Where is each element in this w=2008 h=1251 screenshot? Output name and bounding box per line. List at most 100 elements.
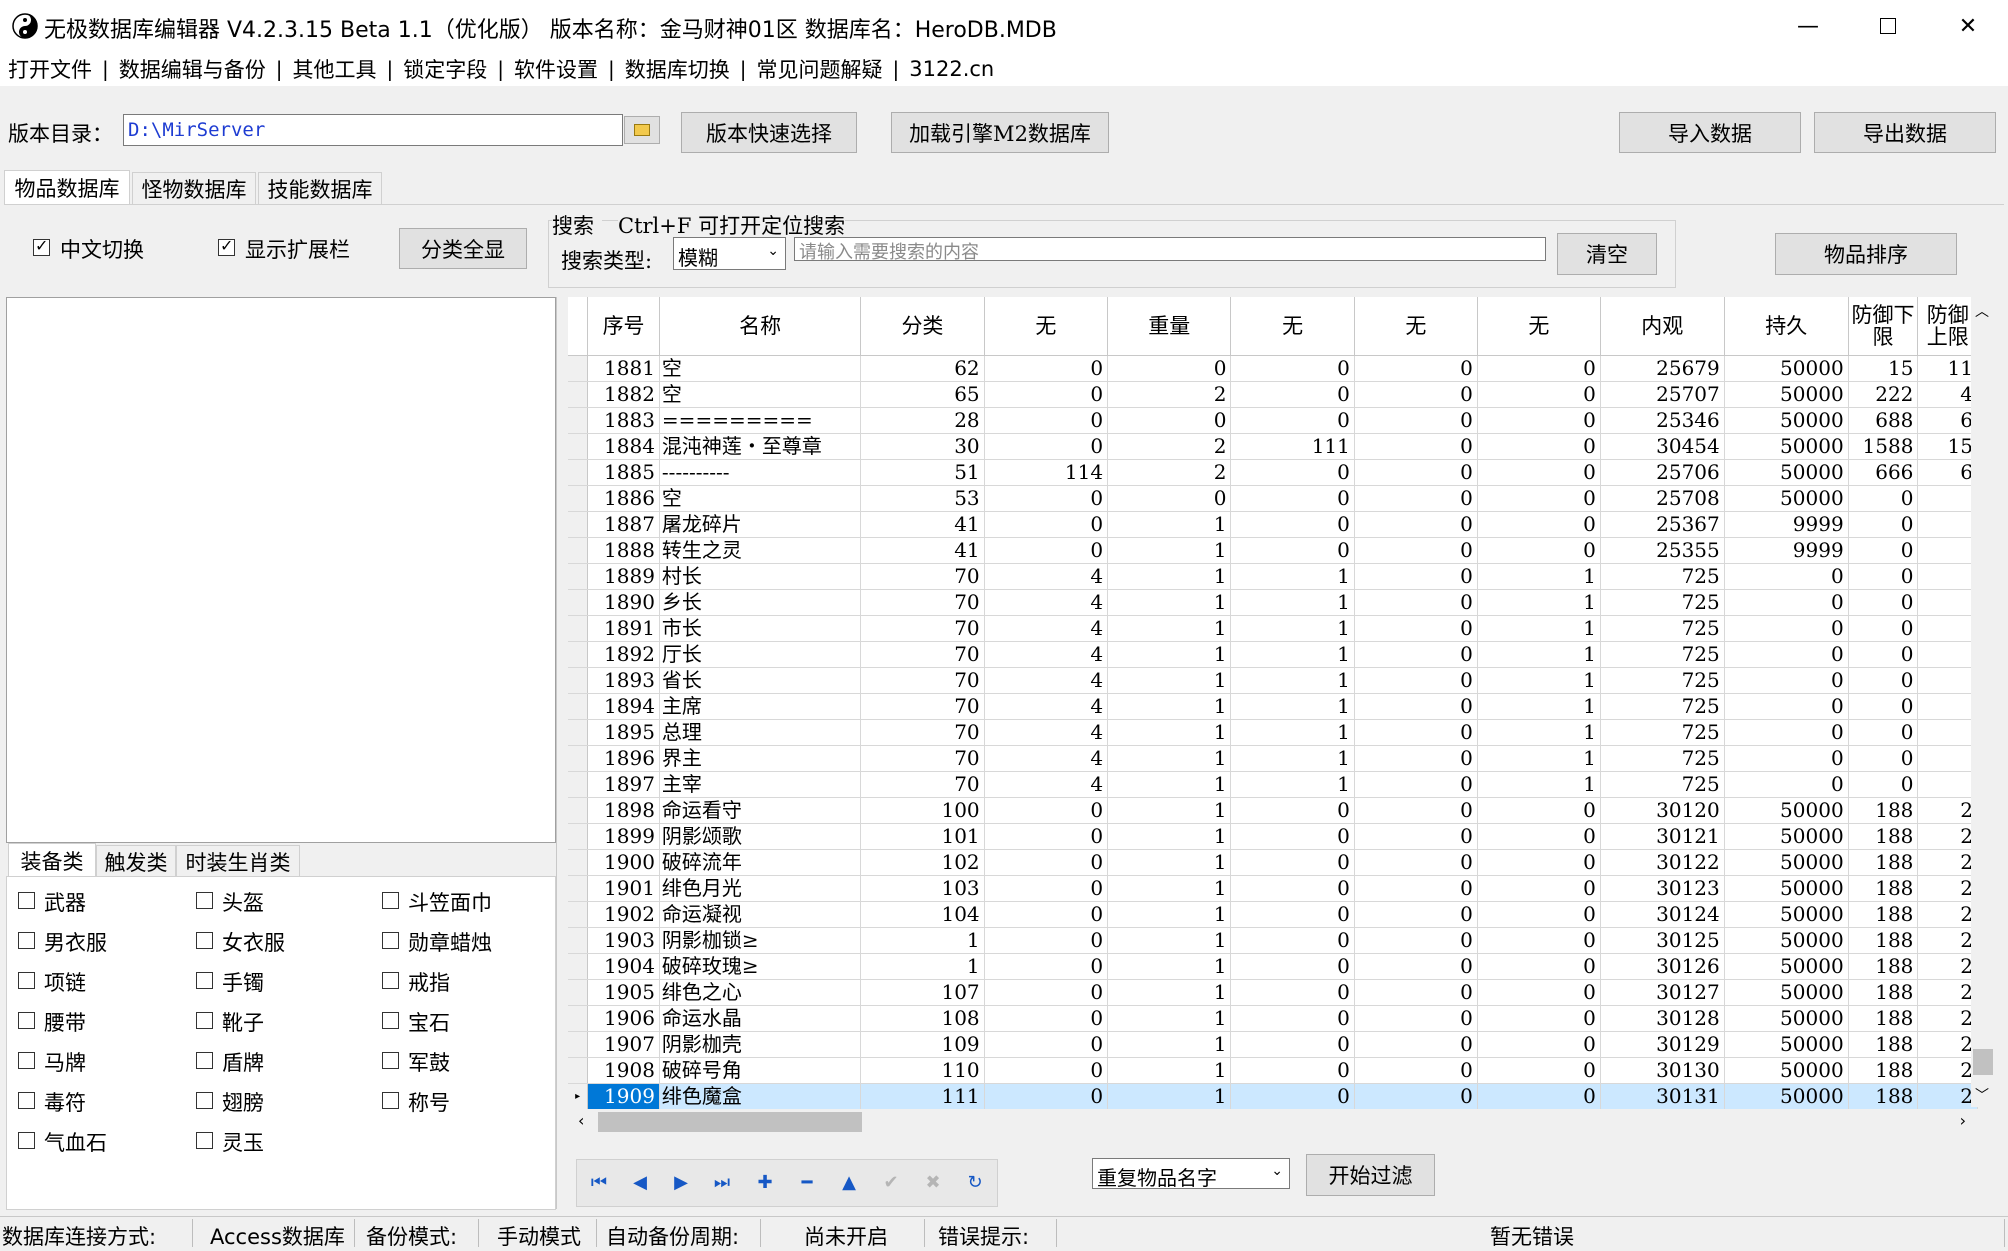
table-cell[interactable]: 乡长 — [659, 589, 862, 616]
table-cell[interactable]: 50000 — [1724, 381, 1849, 408]
menu-website-link[interactable]: 3122.cn — [901, 57, 1002, 81]
table-cell[interactable]: 1890 — [587, 589, 660, 616]
table-cell[interactable]: 1907 — [587, 1031, 660, 1058]
table-cell[interactable]: 0 — [1354, 433, 1478, 460]
load-m2-button[interactable]: 加载引擎M2数据库 — [891, 112, 1109, 153]
menu-open-file[interactable]: 打开文件 — [0, 54, 100, 84]
table-cell[interactable]: 30127 — [1600, 979, 1725, 1006]
table-cell[interactable]: 混沌神莲・至尊章 — [659, 433, 862, 460]
table-cell[interactable]: 2 — [1917, 823, 1978, 850]
table-cell[interactable]: 1905 — [587, 979, 660, 1006]
table-cell[interactable]: 2 — [1107, 433, 1232, 460]
nav-delete-button[interactable]: ━ — [794, 1169, 820, 1195]
table-cell[interactable]: 110 — [860, 1057, 985, 1084]
table-cell[interactable]: 50000 — [1724, 355, 1849, 382]
table-row[interactable]: 1890 乡长 70 4 1 1 0 1 725 0 0 — [568, 589, 1978, 616]
table-row[interactable]: 1900 破碎流年 102 0 1 0 0 0 30122 50000 188 2 — [568, 849, 1978, 876]
table-cell[interactable]: 4 — [984, 641, 1109, 668]
table-cell[interactable]: 1884 — [587, 433, 660, 460]
minimize-button[interactable]: — — [1768, 0, 1848, 52]
table-cell[interactable]: 70 — [860, 641, 985, 668]
table-cell[interactable] — [1917, 511, 1978, 538]
row-indicator[interactable] — [568, 849, 589, 876]
table-cell[interactable]: 0 — [1230, 355, 1355, 382]
row-indicator[interactable] — [568, 667, 589, 694]
table-cell[interactable]: 109 — [860, 1031, 985, 1058]
table-cell[interactable]: 30125 — [1600, 927, 1725, 954]
table-cell[interactable]: 0 — [1477, 1031, 1601, 1058]
table-cell[interactable]: 0 — [1230, 849, 1355, 876]
menu-other-tools[interactable]: 其他工具 — [285, 54, 385, 84]
table-cell[interactable]: 725 — [1600, 693, 1725, 720]
column-header[interactable]: 无 — [984, 297, 1109, 356]
table-cell[interactable]: 0 — [1230, 1005, 1355, 1032]
table-row[interactable]: 1888 转生之灵 41 0 1 0 0 0 25355 9999 0 — [568, 537, 1978, 564]
table-cell[interactable]: 0 — [1230, 407, 1355, 434]
table-cell[interactable]: 0 — [1230, 1031, 1355, 1058]
table-cell[interactable]: 50000 — [1724, 797, 1849, 824]
table-cell[interactable]: 25355 — [1600, 537, 1725, 564]
table-cell[interactable]: 25367 — [1600, 511, 1725, 538]
table-cell[interactable]: 0 — [984, 381, 1109, 408]
table-cell[interactable]: 104 — [860, 901, 985, 928]
table-cell[interactable]: 1 — [1230, 667, 1355, 694]
table-cell[interactable]: 厅长 — [659, 641, 862, 668]
table-cell[interactable]: 0 — [1848, 615, 1919, 642]
table-cell[interactable]: 1 — [1107, 927, 1232, 954]
tab-trigger[interactable]: 触发类 — [96, 845, 176, 877]
column-header[interactable]: 防御下限 — [1848, 297, 1919, 356]
table-cell[interactable]: 25708 — [1600, 485, 1725, 512]
table-cell[interactable]: 4 — [984, 719, 1109, 746]
table-cell[interactable]: 101 — [860, 823, 985, 850]
row-indicator[interactable] — [568, 901, 589, 928]
table-cell[interactable]: 25679 — [1600, 355, 1725, 382]
close-button[interactable]: ✕ — [1928, 0, 2008, 52]
row-indicator[interactable] — [568, 979, 589, 1006]
table-cell[interactable]: 1887 — [587, 511, 660, 538]
table-cell[interactable]: 0 — [1230, 1083, 1355, 1109]
table-cell[interactable]: 1 — [1107, 563, 1232, 590]
table-cell[interactable]: 50000 — [1724, 485, 1849, 512]
table-cell[interactable]: 4 — [984, 615, 1109, 642]
table-cell[interactable]: 0 — [1477, 407, 1601, 434]
nav-first-button[interactable]: ⏮ — [586, 1169, 612, 1195]
table-cell[interactable]: 1897 — [587, 771, 660, 798]
nav-refresh-button[interactable]: ↻ — [962, 1169, 988, 1195]
table-cell[interactable]: 30454 — [1600, 433, 1725, 460]
table-cell[interactable]: 725 — [1600, 563, 1725, 590]
filter-type-select[interactable]: 重复物品名字 ⌄ — [1092, 1158, 1290, 1190]
table-cell[interactable]: 0 — [1477, 901, 1601, 928]
table-cell[interactable]: 50000 — [1724, 1031, 1849, 1058]
table-cell[interactable]: 0 — [1354, 563, 1478, 590]
row-indicator[interactable]: ▸ — [568, 1083, 589, 1109]
column-header[interactable]: 持久 — [1724, 297, 1849, 356]
table-cell[interactable]: 725 — [1600, 771, 1725, 798]
table-cell[interactable]: 空 — [659, 381, 862, 408]
table-cell[interactable]: 50000 — [1724, 979, 1849, 1006]
table-cell[interactable]: 1 — [1107, 979, 1232, 1006]
table-cell[interactable]: 1 — [1107, 537, 1232, 564]
table-cell[interactable]: 0 — [984, 485, 1109, 512]
table-cell[interactable]: 4 — [984, 667, 1109, 694]
table-cell[interactable]: 1 — [1230, 641, 1355, 668]
table-cell[interactable]: 0 — [1354, 589, 1478, 616]
table-cell[interactable]: 0 — [1848, 485, 1919, 512]
table-cell[interactable]: 0 — [1724, 667, 1849, 694]
tab-monster-db[interactable]: 怪物数据库 — [132, 172, 256, 204]
table-cell[interactable] — [1917, 589, 1978, 616]
table-cell[interactable]: 25706 — [1600, 459, 1725, 486]
table-cell[interactable]: 命运看守 — [659, 797, 862, 824]
table-cell[interactable]: 1 — [1107, 849, 1232, 876]
table-cell[interactable]: 102 — [860, 849, 985, 876]
table-row[interactable]: 1897 主宰 70 4 1 1 0 1 725 0 0 — [568, 771, 1978, 798]
menu-lock-fields[interactable]: 锁定字段 — [395, 54, 495, 84]
table-cell[interactable]: 1903 — [587, 927, 660, 954]
table-cell[interactable]: 25346 — [1600, 407, 1725, 434]
table-cell[interactable]: 1902 — [587, 901, 660, 928]
table-cell[interactable]: 4 — [1917, 381, 1978, 408]
table-cell[interactable]: 725 — [1600, 589, 1725, 616]
table-cell[interactable]: 1899 — [587, 823, 660, 850]
column-header[interactable]: 分类 — [860, 297, 985, 356]
table-cell[interactable]: 1 — [1230, 693, 1355, 720]
menu-data-edit-backup[interactable]: 数据编辑与备份 — [111, 54, 274, 84]
